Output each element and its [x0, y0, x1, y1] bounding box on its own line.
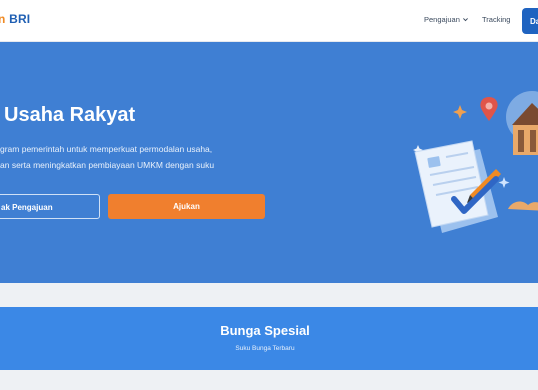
hero-section: Usaha Rakyat gram pemerintah untuk mempe…	[0, 42, 538, 283]
sparkle-icon	[453, 105, 467, 119]
bunga-spesial-banner: Bunga Spesial Suku Bunga Terbaru	[0, 307, 538, 370]
logo-prefix: n	[0, 12, 6, 26]
hero-description: gram pemerintah untuk memperkuat permoda…	[0, 141, 260, 173]
ajukan-button[interactable]: Ajukan	[108, 194, 265, 219]
logo-brand: BRI	[9, 12, 31, 26]
daftar-button[interactable]: Da	[522, 8, 538, 34]
bank-building-icon	[506, 91, 538, 155]
brand-logo[interactable]: n BRI	[0, 12, 30, 26]
hero-illustration	[413, 91, 538, 233]
banner-subtitle: Suku Bunga Terbaru	[235, 345, 295, 352]
section-gap	[0, 283, 538, 307]
location-pin-icon	[480, 97, 498, 121]
banner-title: Bunga Spesial	[220, 323, 310, 338]
hero-title: Usaha Rakyat	[4, 104, 136, 126]
nav-tracking[interactable]: Tracking	[482, 15, 510, 24]
page: n BRI Pengajuan Tracking Da Usaha Rakyat…	[0, 0, 538, 390]
hero-desc-line: gram pemerintah untuk memperkuat permoda…	[0, 144, 213, 154]
cek-pengajuan-button[interactable]: ak Pengajuan	[0, 194, 100, 219]
sparkle-icon	[498, 177, 510, 188]
nav-pengajuan[interactable]: Pengajuan	[424, 15, 460, 24]
hero-desc-line: an serta meningkatkan pembiayaan UMKM de…	[0, 160, 215, 170]
content-area	[0, 370, 538, 390]
top-navbar: n BRI Pengajuan Tracking Da	[0, 0, 538, 42]
chevron-down-icon[interactable]	[462, 16, 469, 23]
